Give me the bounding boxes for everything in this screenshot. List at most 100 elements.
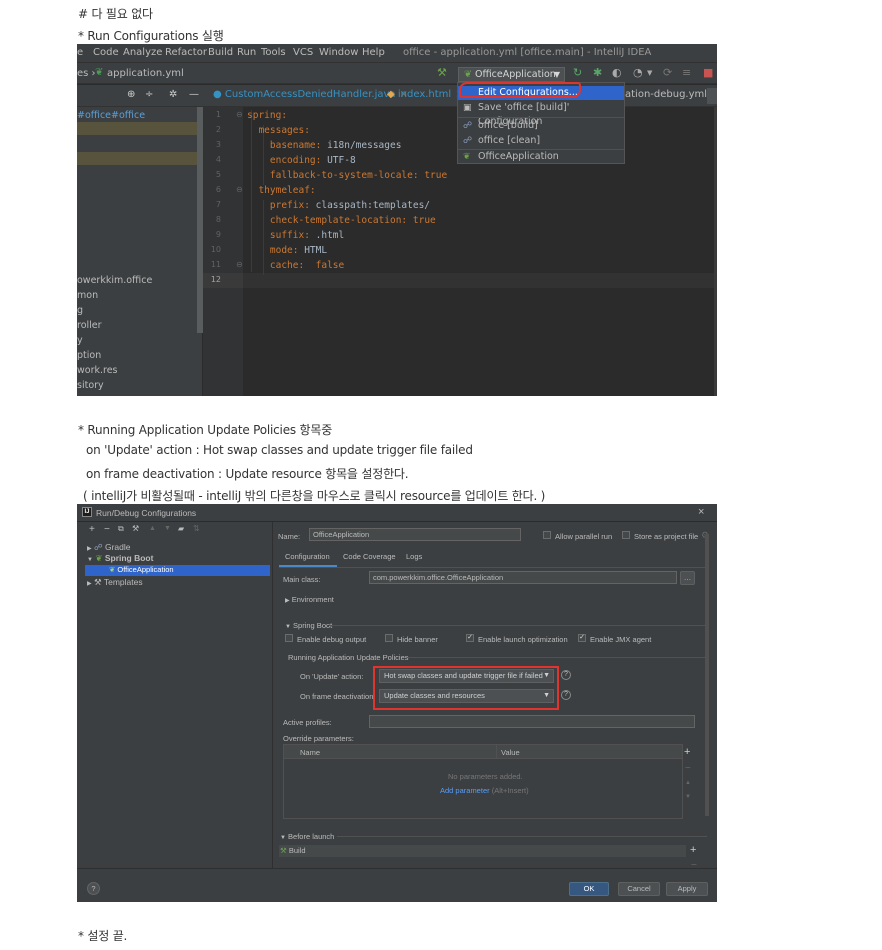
collapse-icon[interactable]: ÷	[145, 89, 153, 100]
rerun-icon[interactable]: ↻	[573, 66, 582, 79]
enable-debug-checkbox[interactable]	[285, 634, 293, 642]
fold-icon[interactable]: ⊖	[236, 185, 243, 194]
stop-icon[interactable]: ■	[703, 66, 713, 79]
move-up-icon[interactable]: ▲	[149, 525, 156, 532]
code-line: thymeleaf:	[247, 185, 316, 196]
profiler-dropdown-icon[interactable]: ▼	[647, 69, 652, 77]
menu-vcs[interactable]: VCS	[293, 47, 313, 58]
move-up-icon[interactable]: ▲	[685, 780, 691, 786]
dump-threads-icon[interactable]: ≡	[682, 66, 691, 79]
minimize-icon[interactable]: —	[189, 89, 199, 100]
menu-file[interactable]: e	[77, 47, 83, 58]
apply-button[interactable]: Apply	[666, 882, 708, 896]
help-icon[interactable]: ?	[561, 670, 571, 680]
save-configuration-item[interactable]: ▣ Save 'office [build]' Configuration	[458, 101, 624, 127]
move-down-icon[interactable]: ▼	[164, 525, 171, 532]
add-icon[interactable]: +	[684, 746, 690, 758]
menu-analyze[interactable]: Analyze	[123, 47, 162, 58]
menu-help[interactable]: Help	[362, 47, 385, 58]
footer-separator	[77, 868, 717, 869]
tab-application-debug-yml[interactable]: ation-debug.yml	[625, 89, 707, 100]
coverage-icon[interactable]: ◐	[612, 66, 622, 79]
project-item[interactable]: ption	[77, 350, 101, 361]
active-profiles-input[interactable]	[369, 715, 695, 728]
target-icon[interactable]: ⊕	[127, 89, 135, 100]
tab-custom-access-denied-handler[interactable]: ● CustomAccessDeniedHandler.java ×	[213, 89, 408, 100]
tree-item-spring-boot[interactable]: ▼ ❦ Spring Boot	[87, 553, 153, 564]
column-value[interactable]: Value	[501, 748, 520, 757]
spring-boot-section[interactable]: ▼ Spring Boot	[285, 621, 332, 630]
name-input[interactable]: OfficeApplication	[309, 528, 521, 541]
project-item[interactable]: y	[77, 335, 83, 346]
tree-item-office-application[interactable]: ❦ OfficeApplication	[109, 565, 174, 574]
run-debug-configurations-dialog: IJ Run/Debug Configurations × + − ⧉ ⚒ ▲ …	[77, 504, 717, 902]
before-launch-section[interactable]: ▼ Before launch	[280, 832, 334, 841]
enable-jmx-checkbox[interactable]: ✓	[578, 634, 586, 642]
form-scrollbar[interactable]	[705, 534, 709, 816]
gradle-build-item[interactable]: ☍ office [build]	[458, 119, 624, 133]
breadcrumb-file[interactable]: application.yml	[107, 68, 184, 79]
fold-icon[interactable]: ⊖	[236, 260, 243, 269]
attach-icon[interactable]: ⟳	[663, 66, 672, 79]
cancel-button[interactable]: Cancel	[618, 882, 660, 896]
environment-section[interactable]: ▶ Environment	[285, 595, 334, 604]
help-icon[interactable]: ?	[561, 690, 571, 700]
enable-launch-checkbox[interactable]: ✓	[466, 634, 474, 642]
project-item[interactable]: mon	[77, 290, 98, 301]
sort-icon[interactable]: ⇅	[193, 524, 200, 533]
project-item[interactable]: g	[77, 305, 83, 316]
editor-scrollbar[interactable]	[714, 107, 717, 396]
spring-boot-icon: ❦	[463, 152, 471, 162]
store-project-checkbox[interactable]	[622, 531, 630, 539]
help-button[interactable]: ?	[87, 882, 100, 895]
hide-banner-checkbox[interactable]	[385, 634, 393, 642]
column-name[interactable]: Name	[300, 748, 320, 757]
menu-tools[interactable]: Tools	[261, 47, 286, 58]
main-class-input[interactable]: com.powerkkim.office.OfficeApplication	[369, 571, 677, 584]
project-item[interactable]: sitory	[77, 380, 104, 391]
office-application-item[interactable]: ❦ OfficeApplication	[458, 150, 624, 164]
browse-button[interactable]: …	[680, 571, 695, 585]
add-task-icon[interactable]: +	[690, 844, 696, 856]
tab-index-html[interactable]: ◆ index.html×	[387, 89, 464, 100]
close-icon[interactable]: ×	[698, 506, 704, 518]
remove-icon[interactable]: −	[685, 763, 691, 774]
ok-button[interactable]: OK	[569, 882, 609, 896]
project-item[interactable]: roller	[77, 320, 102, 331]
menu-build[interactable]: Build	[208, 47, 233, 58]
project-root[interactable]: #office#office	[77, 110, 145, 121]
fold-icon[interactable]: ⊖	[236, 110, 243, 119]
gear-icon[interactable]: ✲	[169, 89, 177, 100]
tab-configuration[interactable]: Configuration	[285, 552, 330, 561]
allow-parallel-checkbox[interactable]	[543, 531, 551, 539]
line-number: 9	[215, 230, 221, 239]
enable-launch-label: Enable launch optimization	[478, 635, 568, 644]
folder-icon[interactable]: ▰	[178, 524, 184, 533]
add-icon[interactable]: +	[89, 524, 95, 535]
remove-task-icon[interactable]: −	[691, 860, 697, 871]
menu-refactor[interactable]: Refactor	[165, 47, 207, 58]
tab-overflow[interactable]	[707, 88, 717, 104]
gradle-clean-item[interactable]: ☍ office [clean]	[458, 134, 624, 148]
run-configuration-selector[interactable]: ❦ OfficeApplication ▼	[458, 67, 565, 82]
tab-code-coverage[interactable]: Code Coverage	[343, 552, 396, 561]
project-item[interactable]: owerkkim.office	[77, 275, 152, 286]
menu-window[interactable]: Window	[319, 47, 358, 58]
remove-icon[interactable]: −	[104, 524, 110, 535]
copy-icon[interactable]: ⧉	[118, 524, 124, 534]
build-hammer-icon[interactable]: ⚒	[437, 66, 447, 79]
project-item[interactable]: work.res	[77, 365, 118, 376]
profiler-icon[interactable]: ◔	[633, 66, 643, 79]
tree-item-gradle[interactable]: ▶ ☍ Gradle	[87, 542, 131, 553]
menu-run[interactable]: Run	[237, 47, 256, 58]
menu-code[interactable]: Code	[93, 47, 119, 58]
debug-bug-icon[interactable]: ✱	[593, 66, 602, 79]
breadcrumb-prefix[interactable]: es ›	[77, 68, 96, 79]
before-launch-build-item[interactable]: ⚒ Build	[280, 846, 306, 855]
tab-logs[interactable]: Logs	[406, 552, 422, 561]
wrench-icon[interactable]: ⚒	[132, 524, 139, 533]
on-frame-label: On frame deactivation:	[300, 692, 376, 701]
add-parameter-link[interactable]: Add parameter	[440, 786, 490, 795]
tree-item-templates[interactable]: ▶ ⚒ Templates	[87, 577, 143, 588]
move-down-icon[interactable]: ▼	[685, 794, 691, 800]
